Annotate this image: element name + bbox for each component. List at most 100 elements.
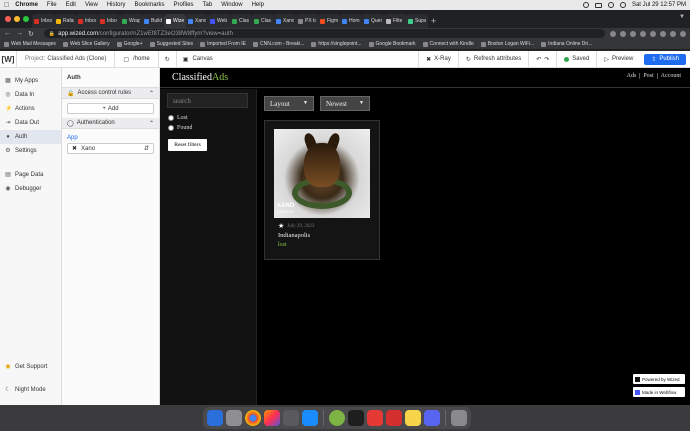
bookmark-item[interactable]: Google Bookmark: [368, 41, 416, 47]
sidebar-icon[interactable]: [660, 30, 666, 37]
sidebar-item-data-in[interactable]: ◎ Data In: [0, 88, 61, 102]
wized-logo[interactable]: [W]: [0, 50, 17, 68]
menu-edit[interactable]: Edit: [66, 2, 76, 8]
browser-tab[interactable]: Xano: [274, 14, 296, 28]
layout-dropdown[interactable]: Layout ▼: [264, 96, 314, 111]
sidebar-item-actions[interactable]: ⚡ Actions: [0, 102, 61, 116]
menu-tab[interactable]: Tab: [203, 2, 213, 8]
figma-icon[interactable]: [348, 410, 364, 426]
browser-tab[interactable]: Clas: [252, 14, 274, 28]
sidebar-item-settings[interactable]: ⚙ Settings: [0, 144, 61, 158]
sort-dropdown[interactable]: Newest ▼: [320, 96, 370, 111]
kebab-menu-icon[interactable]: [680, 30, 686, 37]
browser-tab[interactable]: Figm: [318, 14, 340, 28]
preview-button[interactable]: ▷ Preview: [596, 50, 640, 68]
browser-tab[interactable]: Xano: [186, 14, 208, 28]
bookmark-item[interactable]: Boston Logan WiFi...: [480, 41, 534, 47]
sidebar-item-my-apps[interactable]: ▦ My Apps: [0, 74, 61, 88]
nav-ads-link[interactable]: Ads: [624, 73, 640, 79]
browser-tab[interactable]: Inbo: [98, 14, 120, 28]
menu-help[interactable]: Help: [252, 2, 264, 8]
undo-icon[interactable]: ↶: [536, 56, 541, 63]
back-icon[interactable]: ←: [4, 30, 11, 37]
maximize-window-icon[interactable]: [23, 16, 29, 22]
canvas-toggle[interactable]: ▣ Canvas: [177, 51, 219, 68]
trash-icon[interactable]: [451, 410, 467, 426]
made-in-webflow-badge[interactable]: Made in Webflow: [633, 387, 685, 397]
extension-icon[interactable]: [630, 30, 636, 37]
filter-found-radio[interactable]: Found: [168, 125, 192, 131]
bookmark-item[interactable]: Web Mail Messages: [4, 41, 56, 47]
listing-card[interactable]: XANO BACKEND ★ July 29, 2023 Indianapoli…: [264, 120, 380, 260]
new-tab-icon[interactable]: +: [431, 16, 436, 26]
app-select[interactable]: ✖ Xano ⇵: [67, 143, 154, 154]
xray-button[interactable]: ✖ X-Ray: [418, 50, 458, 68]
redo-icon[interactable]: ↷: [544, 56, 549, 63]
sidebar-item-data-out[interactable]: ⇥ Data Out: [0, 116, 61, 130]
spotlight-icon[interactable]: [619, 2, 626, 8]
browser-tab[interactable]: PX to: [296, 14, 318, 28]
menu-app[interactable]: Chrome: [15, 2, 38, 8]
photos-icon[interactable]: [264, 410, 280, 426]
browser-tab[interactable]: Inbox: [76, 14, 98, 28]
night-mode-toggle[interactable]: ☾ Night Mode: [0, 383, 62, 397]
address-bar[interactable]: 🔒 app.wized.com /configurator/nZ1wEf8TZ3…: [43, 29, 605, 38]
powered-by-wized-badge[interactable]: Powered by Wized: [633, 374, 685, 384]
clock[interactable]: Sat Jul 29 12:57 PM: [632, 2, 686, 8]
site-logo[interactable]: ClassifiedAds: [172, 72, 228, 83]
sidebar-item-auth[interactable]: ● Auth: [0, 130, 61, 144]
tab-search-icon[interactable]: ▼: [679, 14, 685, 20]
launchpad-icon[interactable]: [226, 410, 242, 426]
acrobat-icon[interactable]: [367, 410, 383, 426]
puzzle-icon[interactable]: [650, 30, 656, 37]
bookmark-item[interactable]: https://singlepoint...: [311, 41, 362, 47]
bookmark-star-icon[interactable]: [620, 30, 626, 37]
browser-tab[interactable]: Inbox: [32, 14, 54, 28]
minimize-window-icon[interactable]: [14, 16, 20, 22]
discord-icon[interactable]: [424, 410, 440, 426]
extension-icon[interactable]: [640, 30, 646, 37]
browser-tab[interactable]: Clas: [230, 14, 252, 28]
menu-profiles[interactable]: Profiles: [174, 2, 194, 8]
office-icon[interactable]: [386, 410, 402, 426]
battery-icon[interactable]: [594, 2, 602, 8]
browser-tab[interactable]: Hom: [340, 14, 362, 28]
publish-button[interactable]: ⇧ Publish: [644, 53, 686, 65]
access-rules-header[interactable]: 🔒 Access control rules ⌃: [62, 88, 159, 99]
menu-bookmarks[interactable]: Bookmarks: [135, 2, 165, 8]
browser-tab[interactable]: Wrap: [120, 14, 142, 28]
profile-avatar[interactable]: [670, 30, 676, 37]
menu-view[interactable]: View: [85, 2, 98, 8]
share-icon[interactable]: [610, 30, 616, 37]
wifi-icon[interactable]: [607, 2, 614, 8]
nav-account-link[interactable]: Account: [656, 73, 684, 79]
search-input[interactable]: search: [167, 93, 248, 108]
system-settings-icon[interactable]: [283, 410, 299, 426]
bookmark-item[interactable]: Indiana Online Dri...: [541, 41, 592, 47]
sidebar-item-debugger[interactable]: ◉ Debugger: [0, 182, 61, 196]
authentication-header[interactable]: ◯ Authentication ⌃: [62, 118, 159, 129]
nav-post-link[interactable]: Post: [639, 73, 656, 79]
refresh-attributes-button[interactable]: ↻ Refresh attributes: [457, 50, 528, 68]
browser-tab[interactable]: Web: [208, 14, 230, 28]
filter-lost-radio[interactable]: Lost: [168, 115, 188, 121]
sidebar-item-page-data[interactable]: ▤ Page Data: [0, 168, 61, 182]
wized-app-icon[interactable]: [329, 410, 345, 426]
browser-tab[interactable]: Filte: [384, 14, 406, 28]
menu-window[interactable]: Window: [221, 2, 242, 8]
browser-tab[interactable]: Quer: [362, 14, 384, 28]
lock-icon[interactable]: 🔒: [49, 31, 55, 37]
browser-tab[interactable]: Wize: [164, 14, 186, 28]
browser-tab[interactable]: Rafas: [54, 14, 76, 28]
bookmark-item[interactable]: Imported From IE: [200, 41, 246, 47]
menu-file[interactable]: File: [47, 2, 57, 8]
page-selector[interactable]: ▢ /home: [115, 50, 159, 68]
chrome-icon[interactable]: [245, 410, 261, 426]
add-rule-button[interactable]: + Add: [67, 103, 154, 114]
browser-tab[interactable]: Build: [142, 14, 164, 28]
star-icon[interactable]: ★: [278, 222, 284, 230]
bookmark-item[interactable]: Connect with Kindle: [422, 41, 474, 47]
finder-icon[interactable]: [207, 410, 223, 426]
bookmark-item[interactable]: Google+: [116, 41, 143, 47]
bookmark-item[interactable]: Suggested Sites: [149, 41, 193, 47]
